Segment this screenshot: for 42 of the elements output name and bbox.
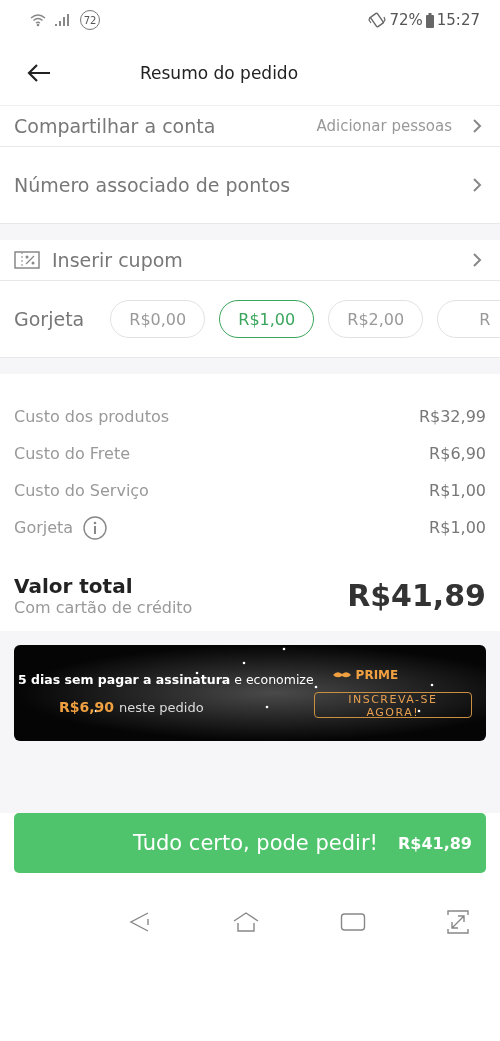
promo-headline: 5 dias sem pagar a assinatura e economize [18,671,314,687]
cost-value: R$1,00 [429,481,486,500]
promo-banner[interactable]: 5 dias sem pagar a assinatura e economize R$6,90 neste pedido PRIME INSCREVA-SE AGORA! [14,645,486,741]
expand-icon[interactable] [446,909,470,935]
cost-label: Custo do Frete [14,444,131,463]
tip-chip[interactable]: R$1,00 [219,300,315,338]
subscribe-button[interactable]: INSCREVA-SE AGORA! [313,692,472,718]
tip-chip[interactable]: R$0,00 [110,300,206,338]
cost-value: R$1,00 [429,518,486,537]
info-icon[interactable] [83,515,108,540]
battery-icon [425,12,434,28]
cost-value: R$32,99 [418,407,486,426]
recent-apps-icon[interactable] [340,912,366,932]
wifi-icon [30,13,46,27]
chevron-right-icon [472,252,482,268]
coupon-row[interactable]: Inserir cupom [0,240,500,281]
tip-chip[interactable]: R$2,00 [328,300,424,338]
chevron-right-icon [472,177,482,193]
vibrate-icon [368,12,387,28]
cost-label: Gorjeta [14,518,74,537]
payment-method: Com cartão de crédito [14,598,193,617]
option-row[interactable]: Compartilhar a conta Adicionar pessoas [0,106,500,147]
coupon-icon [14,251,40,269]
back-icon[interactable] [128,910,152,934]
signal-icon [54,13,72,27]
back-arrow-icon[interactable] [26,62,52,83]
total-value: R$41,89 [347,578,486,613]
total-label: Valor total [14,574,134,598]
battery-percent: 72% [389,11,423,29]
chevron-right-icon [472,118,482,134]
tip-label: Gorjeta [14,308,85,330]
home-icon[interactable] [232,911,260,933]
mustache-icon [331,671,352,679]
prime-logo: PRIME [355,668,399,682]
tip-chip[interactable]: R [437,300,500,338]
cost-label: Custo dos produtos [14,407,170,426]
cost-value: R$6,90 [429,444,486,463]
page-title: Resumo do pedido [140,62,299,83]
cost-label: Custo do Serviço [14,481,149,500]
savings-value: R$6,90 [59,698,115,715]
savings-note: neste pedido [119,699,204,715]
clock: 15:27 [436,11,480,29]
